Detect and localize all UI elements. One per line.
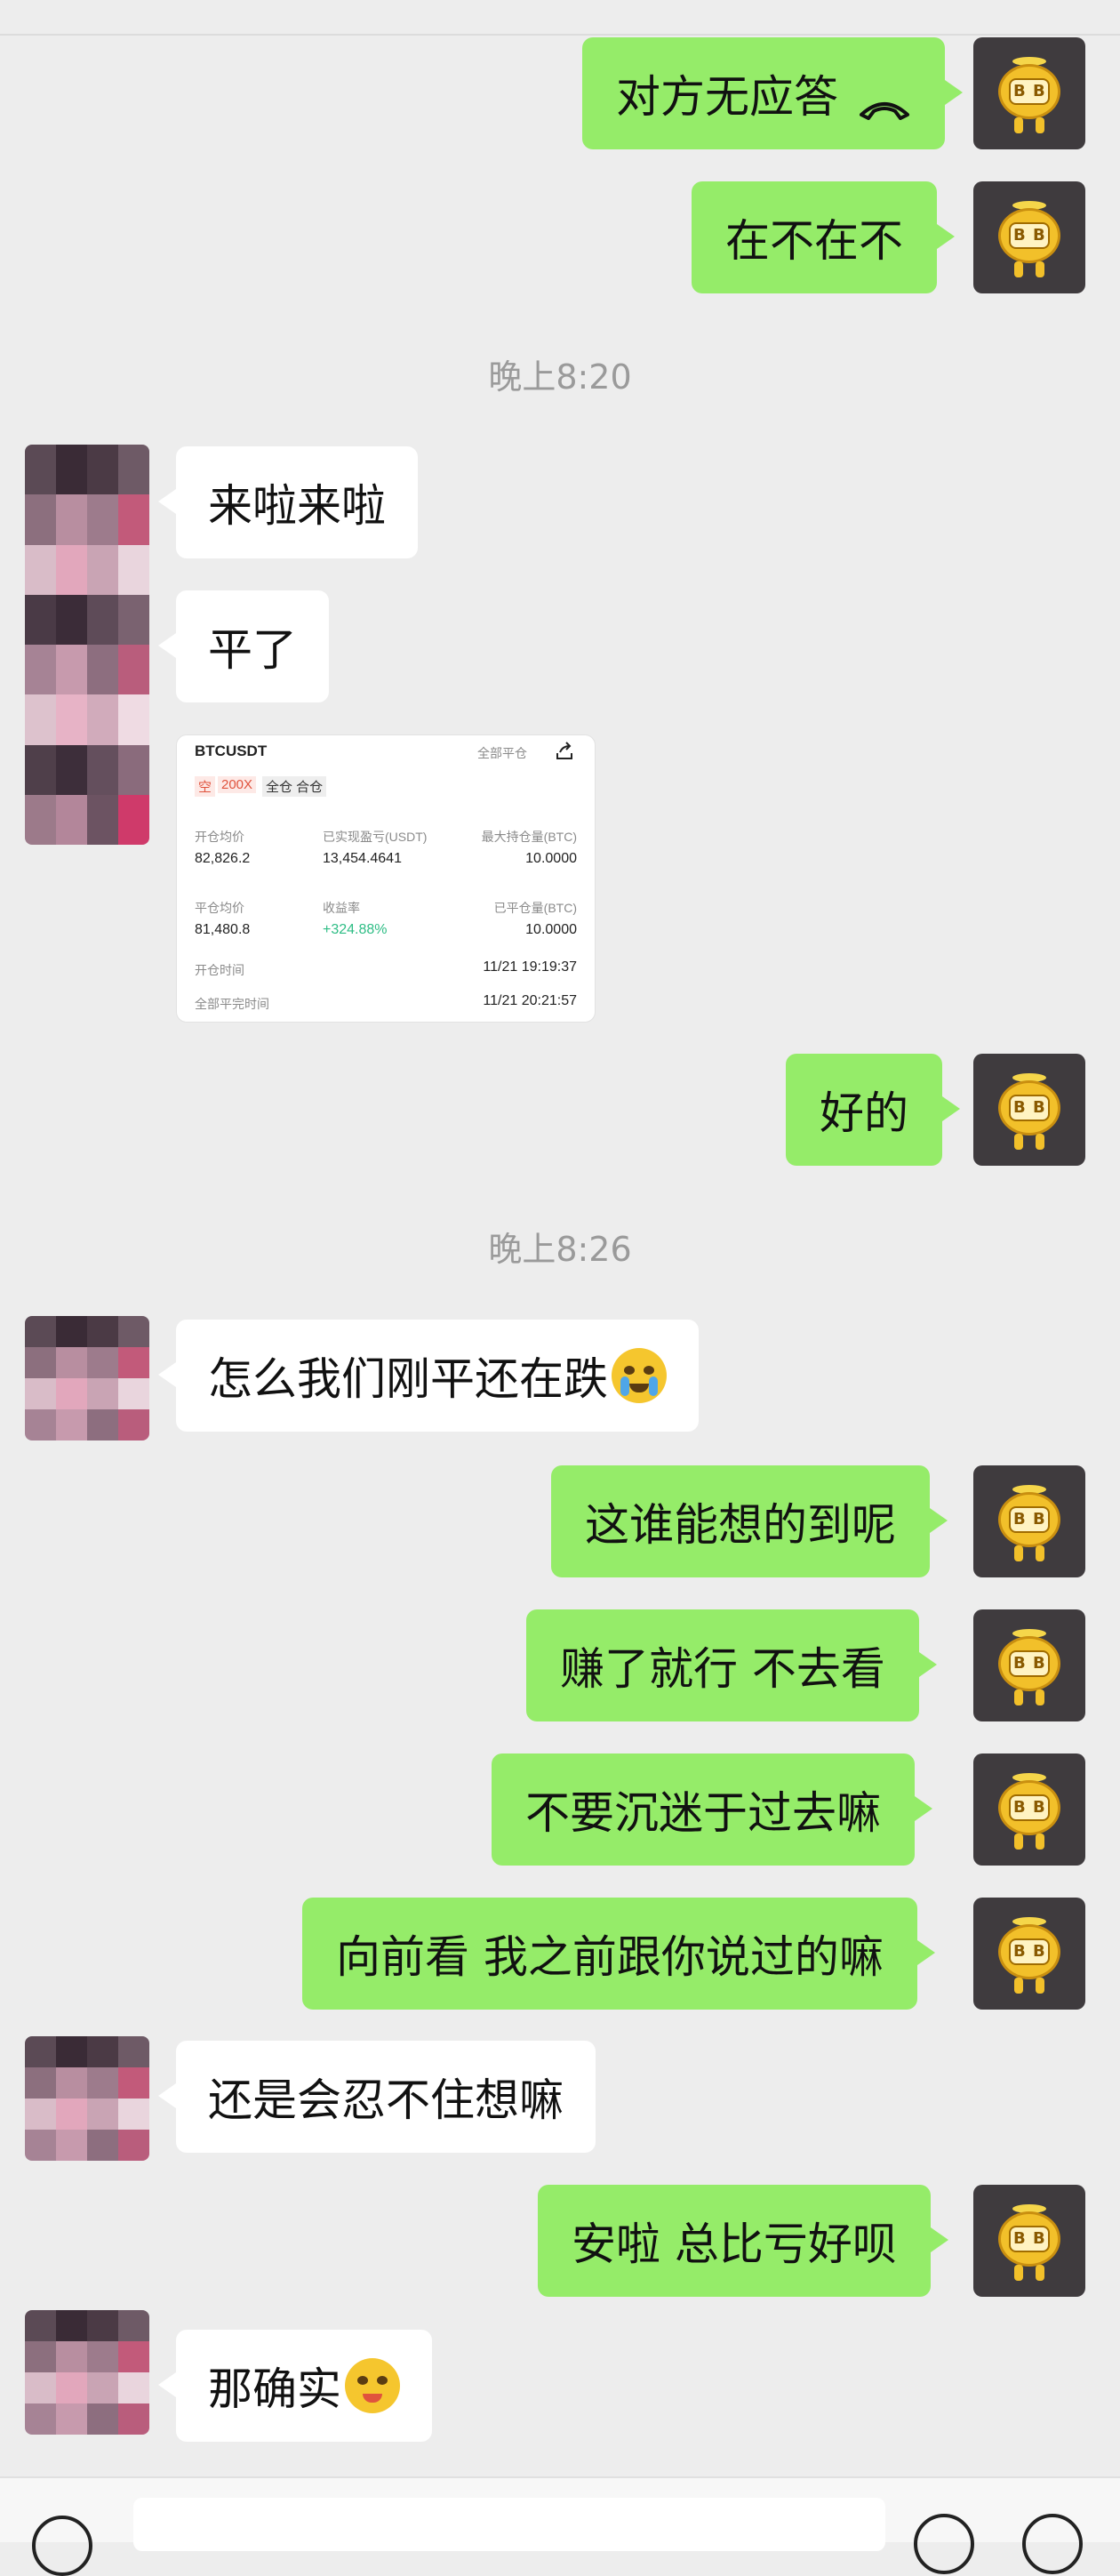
- message-text: 不要沉迷于过去嘛: [525, 1787, 881, 1839]
- top-divider: [0, 34, 1120, 36]
- contact-avatar[interactable]: [25, 2310, 149, 2435]
- message-text: 怎么我们刚平还在跌: [208, 1353, 608, 1405]
- roi-value: +324.88%: [323, 922, 388, 937]
- card-symbol: BTCUSDT: [195, 742, 268, 759]
- open-avg-label: 开仓均价: [195, 830, 244, 844]
- contact-avatar[interactable]: [25, 1316, 149, 1440]
- closed-qty-value: 10.0000: [525, 922, 577, 937]
- message-text: 向前看 我之前跟你说过的嘛: [336, 1931, 884, 1983]
- message-bubble[interactable]: 好的: [786, 1054, 960, 1166]
- max-pos-value: 10.0000: [525, 851, 577, 866]
- message-bubble[interactable]: 不要沉迷于过去嘛: [492, 1753, 932, 1866]
- message-text: 在不在不: [725, 215, 903, 267]
- contact-avatar[interactable]: [25, 445, 149, 845]
- roi-label: 收益率: [323, 901, 360, 915]
- open-avg-value: 82,826.2: [195, 851, 251, 866]
- my-avatar[interactable]: BB: [973, 1054, 1085, 1166]
- message-bubble[interactable]: 来啦来啦: [158, 446, 418, 558]
- close-time-label: 全部平完时间: [195, 997, 269, 1011]
- message-bubble[interactable]: 向前看 我之前跟你说过的嘛: [302, 1898, 935, 2010]
- message-text: 平了: [208, 624, 297, 676]
- message-bubble[interactable]: 怎么我们刚平还在跌: [158, 1320, 699, 1432]
- trade-screenshot-card[interactable]: BTCUSDT 全部平仓 空 200X 全仓 合仓 开仓均价 82,826.2 …: [176, 734, 596, 1023]
- timestamp: 晚上8:20: [488, 357, 632, 397]
- emoji-button-icon[interactable]: [914, 2514, 974, 2574]
- message-text: 还是会忍不住想嘛: [208, 2074, 564, 2126]
- message-text: 安啦 总比亏好呗: [572, 2219, 897, 2270]
- close-avg-label: 平仓均价: [195, 901, 244, 915]
- message-bubble[interactable]: 赚了就行 不去看: [526, 1609, 937, 1721]
- message-bubble[interactable]: 这谁能想的到呢: [551, 1465, 948, 1577]
- voice-toggle-icon[interactable]: [32, 2516, 92, 2576]
- crying-emoji-icon: [612, 1348, 667, 1403]
- my-avatar[interactable]: BB: [973, 2185, 1085, 2297]
- close-time-value: 11/21 20:21:57: [483, 993, 577, 1008]
- drooling-emoji-icon: [345, 2358, 400, 2413]
- message-bubble[interactable]: 在不在不: [692, 181, 955, 293]
- message-input[interactable]: [133, 2498, 885, 2551]
- message-bubble[interactable]: 还是会忍不住想嘛: [158, 2041, 596, 2153]
- contact-avatar[interactable]: [25, 2036, 149, 2161]
- add-more-icon[interactable]: [1022, 2514, 1083, 2574]
- my-avatar[interactable]: BB: [973, 181, 1085, 293]
- side-badge: 空: [195, 776, 216, 797]
- margin-mode-badge: 全仓 合仓: [262, 776, 327, 797]
- message-bubble[interactable]: 安啦 总比亏好呗: [538, 2185, 948, 2297]
- open-time-value: 11/21 19:19:37: [483, 959, 577, 975]
- call-status-bubble[interactable]: 对方无应答: [582, 37, 963, 149]
- timestamp: 晚上8:26: [488, 1230, 632, 1269]
- message-text: 这谁能想的到呢: [585, 1499, 896, 1551]
- share-icon[interactable]: [554, 741, 575, 762]
- max-pos-label: 最大持仓量(BTC): [481, 830, 577, 844]
- realized-pnl-label: 已实现盈亏(USDT): [323, 830, 428, 844]
- realized-pnl-value: 13,454.4641: [323, 851, 402, 866]
- my-avatar[interactable]: BB: [973, 1609, 1085, 1721]
- message-text: 来啦来啦: [208, 480, 386, 532]
- my-avatar[interactable]: BB: [973, 1898, 1085, 2010]
- phone-hangup-icon: [858, 81, 911, 120]
- input-bar: [0, 2476, 1120, 2576]
- message-text: 赚了就行 不去看: [560, 1643, 885, 1695]
- call-status-text: 对方无应答: [616, 71, 838, 123]
- message-text: 好的: [820, 1087, 908, 1139]
- message-bubble[interactable]: 那确实: [158, 2330, 432, 2442]
- open-time-label: 开仓时间: [195, 963, 244, 977]
- my-avatar[interactable]: BB: [973, 1465, 1085, 1577]
- message-bubble[interactable]: 平了: [158, 590, 329, 702]
- closed-qty-label: 已平仓量(BTC): [493, 901, 577, 915]
- close-avg-value: 81,480.8: [195, 922, 251, 937]
- card-close-all: 全部平仓: [477, 746, 527, 760]
- message-text: 那确实: [208, 2363, 341, 2415]
- my-avatar[interactable]: BB: [973, 37, 1085, 149]
- leverage-badge: 200X: [218, 776, 257, 793]
- my-avatar[interactable]: BB: [973, 1753, 1085, 1866]
